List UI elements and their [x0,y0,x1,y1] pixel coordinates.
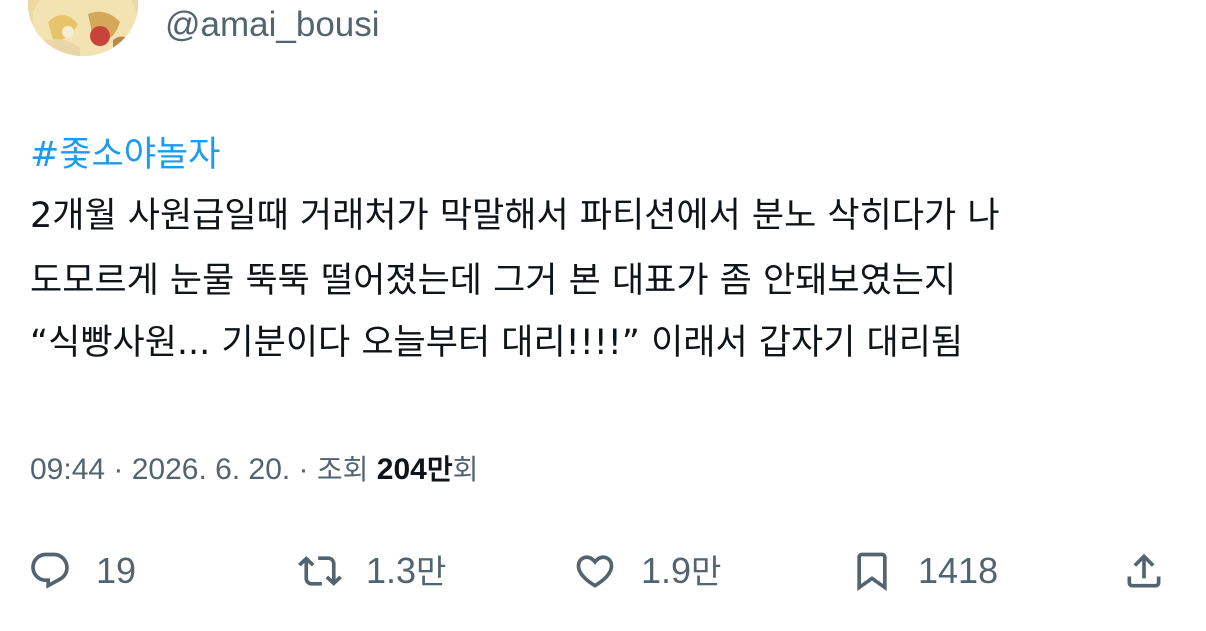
views-unit: 만 [426,453,453,486]
tweet-meta: 09:44 · 2026. 6. 20. · 조회 204만회 [30,448,478,492]
retweet-count: 1.3만 [366,549,447,591]
views-label: 조회 [316,453,369,486]
views-count: 204 [376,453,427,486]
tweet-text-line-3: “식빵사원... 기분이다 오늘부터 대리!!!!” 이래서 갑자기 대리됨 [30,323,964,363]
like-count: 1.9만 [641,549,722,591]
share-icon [1122,549,1166,593]
like-button[interactable]: 1.9만 [573,538,721,604]
share-button[interactable] [1122,538,1166,604]
bookmark-button[interactable]: 1418 [850,538,998,604]
hashtag-link[interactable]: #좇소야놀자 [30,132,220,178]
tweet-text-line-1: 2개월 사원급일때 거래처가 막말해서 파티션에서 분노 삭히다가 나 [30,196,1000,236]
retweet-icon [298,549,342,593]
meta-separator: · [105,453,132,486]
bookmark-icon [850,549,894,593]
action-bar: 19 1.3만 1.9만 1418 [0,538,1206,604]
views-suffix: 회 [452,453,479,486]
meta-separator: · [290,453,317,486]
avatar-image [28,0,138,56]
reply-button[interactable]: 19 [28,538,136,604]
tweet-time[interactable]: 09:44 [30,453,105,486]
retweet-button[interactable]: 1.3만 [298,538,446,604]
reply-count: 19 [96,550,137,591]
author-handle[interactable]: @amai_bousi [165,4,380,46]
heart-icon [573,549,617,593]
tweet-date[interactable]: 2026. 6. 20. [132,453,290,486]
avatar[interactable] [28,0,138,56]
bookmark-count: 1418 [918,550,999,591]
tweet-text-line-2: 도모르게 눈물 뚝뚝 떨어졌는데 그거 본 대표가 좀 안돼보였는지 [30,261,957,301]
reply-icon [28,549,72,593]
